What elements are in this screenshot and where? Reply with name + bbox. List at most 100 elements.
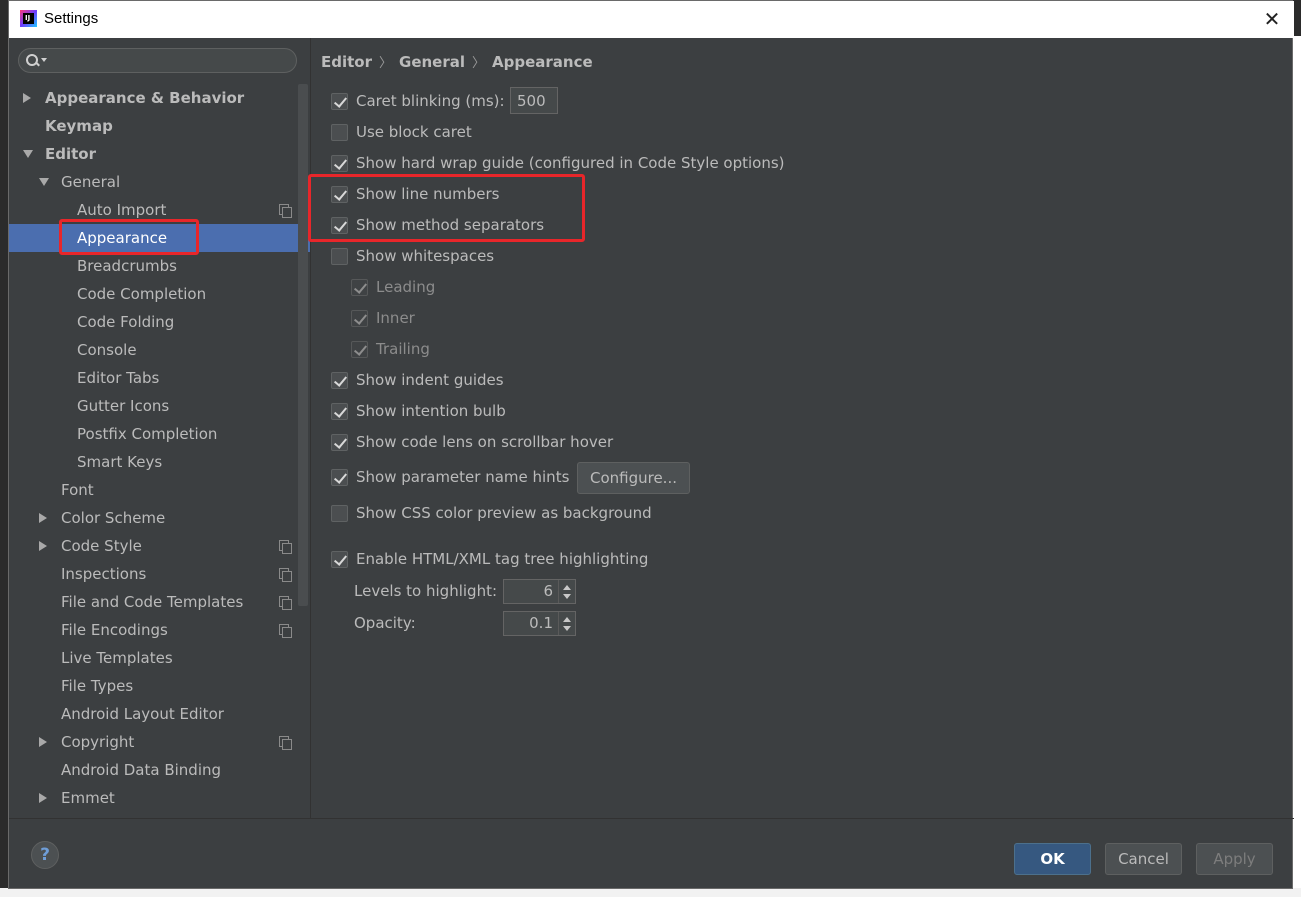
trailing-checkbox[interactable] [351,341,368,358]
close-button[interactable]: ✕ [1256,4,1288,34]
project-scope-copy-icon [279,624,292,638]
tree-item-label: Code Folding [77,313,175,331]
title-bar[interactable]: IJ Settings ✕ [9,1,1294,38]
code-lens-checkbox[interactable] [331,434,348,451]
tree-item-label: Code Completion [77,285,207,303]
spinner-up-icon[interactable] [563,617,571,622]
tree-item-android-data-binding[interactable]: Android Data Binding [9,756,310,784]
method-separators-checkbox[interactable] [331,217,348,234]
expand-arrow-icon[interactable] [23,93,31,103]
breadcrumb-appearance: Appearance [492,53,593,71]
tree-item-label: Appearance & Behavior [45,89,245,107]
configure-button[interactable]: Configure... [577,462,690,494]
tree-item-file-encodings[interactable]: File Encodings [9,616,310,644]
tree-item-console[interactable]: Console [9,336,310,364]
tree-item-label: Breadcrumbs [77,257,177,275]
tree-item-inspections[interactable]: Inspections [9,560,310,588]
spinner-up-icon[interactable] [563,585,571,590]
indent-guides-checkbox[interactable] [331,372,348,389]
tree-item-live-templates[interactable]: Live Templates [9,644,310,672]
expand-arrow-icon[interactable] [39,737,47,747]
caret-blinking-checkbox[interactable] [331,93,348,110]
collapse-arrow-icon[interactable] [23,150,33,158]
whitespaces-checkbox[interactable] [331,248,348,265]
appearance-settings-pane: Editor 〉 General 〉 Appearance Caret blinking… [311,38,1293,818]
tree-item-label: File Encodings [61,621,168,639]
css-color-preview-checkbox[interactable] [331,505,348,522]
levels-spinner[interactable]: 6 [503,579,576,604]
trailing-label: Trailing [376,340,430,358]
tree-item-label: Gutter Icons [77,397,170,415]
tree-item-label: Emmet [61,789,115,807]
block-caret-checkbox[interactable] [331,124,348,141]
ok-button[interactable]: OK [1014,843,1091,875]
tree-item-label: Editor [45,145,96,163]
tree-item-copyright[interactable]: Copyright [9,728,310,756]
levels-label: Levels to highlight: [354,582,498,600]
help-button[interactable]: ? [31,841,59,869]
search-field[interactable] [18,48,297,73]
tag-tree-highlighting-label: Enable HTML/XML tag tree highlighting [356,550,649,568]
tree-item-keymap[interactable]: Keymap [9,112,310,140]
tree-item-auto-import[interactable]: Auto Import [9,196,310,224]
intellij-app-icon: IJ [20,10,37,27]
tree-item-code-folding[interactable]: Code Folding [9,308,310,336]
search-history-caret-icon[interactable] [41,58,47,62]
spinner-down-icon[interactable] [563,594,571,599]
tree-item-label: Inspections [61,565,147,583]
breadcrumb-general: General [399,53,466,71]
settings-dialog: IJ Settings ✕ Appearance & Behavior Keyma… [8,0,1294,889]
tree-item-file-types[interactable]: File Types [9,672,310,700]
tree-item-label: Font [61,481,94,499]
collapse-arrow-icon[interactable] [39,178,49,186]
levels-value[interactable]: 6 [543,580,553,603]
tree-item-label: Editor Tabs [77,369,160,387]
opacity-spinner[interactable]: 0.1 [503,611,576,636]
tree-item-label: Copyright [61,733,135,751]
leading-checkbox[interactable] [351,279,368,296]
tag-tree-highlighting-checkbox[interactable] [331,551,348,568]
opacity-value[interactable]: 0.1 [529,612,553,635]
parameter-hints-label: Show parameter name hints [356,468,570,486]
tree-item-file-and-code-templates[interactable]: File and Code Templates [9,588,310,616]
expand-arrow-icon[interactable] [39,541,47,551]
line-numbers-checkbox[interactable] [331,186,348,203]
tree-item-general[interactable]: General [9,168,310,196]
tree-item-color-scheme[interactable]: Color Scheme [9,504,310,532]
method-separators-label: Show method separators [356,216,545,234]
cancel-button[interactable]: Cancel [1105,843,1182,875]
tree-item-code-completion[interactable]: Code Completion [9,280,310,308]
caret-blinking-ms-input[interactable] [510,87,558,114]
tree-item-appearance-behavior[interactable]: Appearance & Behavior [9,84,310,112]
hard-wrap-guide-checkbox[interactable] [331,155,348,172]
parameter-hints-checkbox[interactable] [331,469,348,486]
breadcrumb: Editor 〉 General 〉 Appearance [321,52,593,71]
tree-item-breadcrumbs[interactable]: Breadcrumbs [9,252,310,280]
tree-item-label: Smart Keys [77,453,163,471]
project-scope-copy-icon [279,736,292,750]
tree-scrollbar-thumb[interactable] [298,84,308,606]
tree-item-label: Android Layout Editor [61,705,224,723]
tree-item-font[interactable]: Font [9,476,310,504]
tree-item-android-layout-editor[interactable]: Android Layout Editor [9,700,310,728]
intention-bulb-label: Show intention bulb [356,402,506,420]
tree-item-smart-keys[interactable]: Smart Keys [9,448,310,476]
inner-checkbox[interactable] [351,310,368,327]
expand-arrow-icon[interactable] [39,513,47,523]
intention-bulb-checkbox[interactable] [331,403,348,420]
search-input[interactable] [51,51,291,70]
expand-arrow-icon[interactable] [39,793,47,803]
apply-button[interactable]: Apply [1196,843,1273,875]
tree-item-code-style[interactable]: Code Style [9,532,310,560]
tree-item-appearance[interactable]: Appearance [9,224,310,252]
tree-scrollbar-track[interactable] [298,606,308,818]
tree-item-label: General [61,173,121,191]
tree-item-editor[interactable]: Editor [9,140,310,168]
tree-item-label: Auto Import [77,201,167,219]
tree-item-gutter-icons[interactable]: Gutter Icons [9,392,310,420]
spinner-down-icon[interactable] [563,626,571,631]
tree-item-postfix-completion[interactable]: Postfix Completion [9,420,310,448]
tree-item-editor-tabs[interactable]: Editor Tabs [9,364,310,392]
project-scope-copy-icon [279,540,292,554]
tree-item-emmet[interactable]: Emmet [9,784,310,812]
